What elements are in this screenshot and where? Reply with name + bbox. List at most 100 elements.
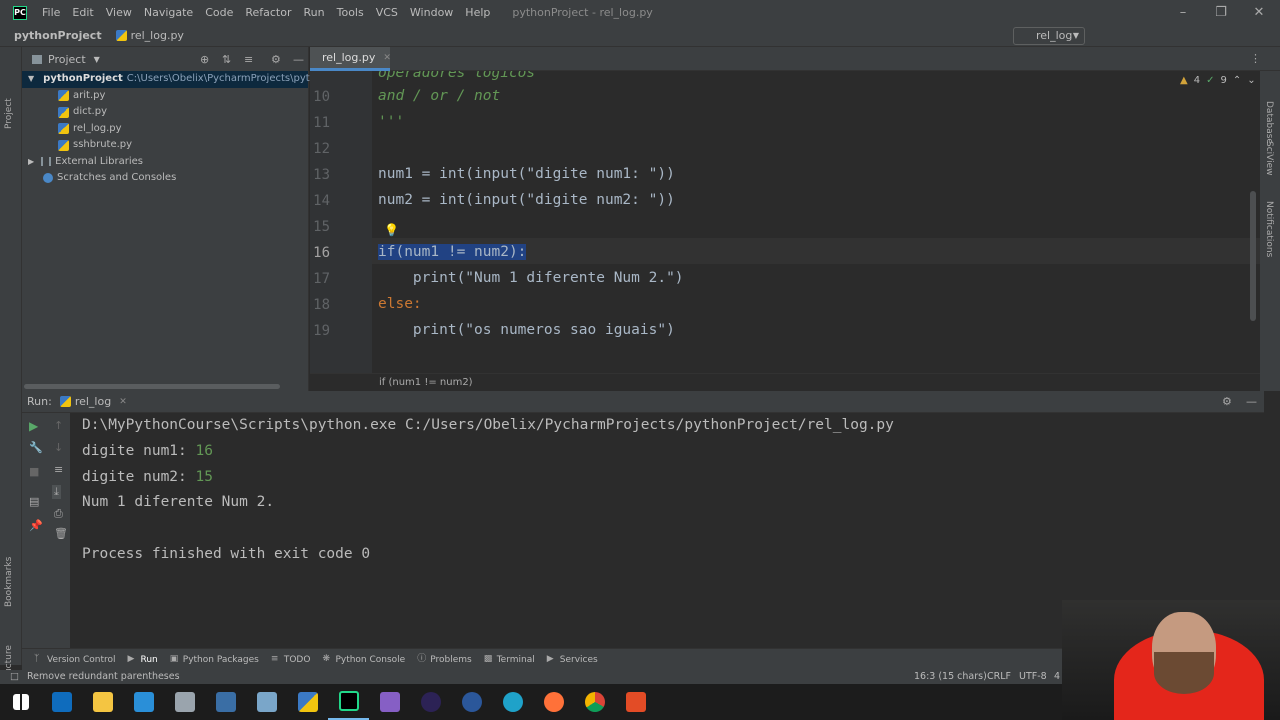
- visual-studio-icon[interactable]: [369, 684, 410, 720]
- sciview-toolwindow-label[interactable]: SciView: [1264, 141, 1274, 176]
- bookmarks-toolwindow-label[interactable]: Bookmarks: [4, 557, 14, 607]
- chevron-down-icon[interactable]: ⌄: [1247, 75, 1255, 86]
- code-line: ''': [378, 114, 405, 130]
- scroll-to-end-icon[interactable]: ⤓: [52, 485, 61, 499]
- menu-edit[interactable]: Edit: [66, 0, 99, 25]
- python-file-icon: [115, 30, 127, 41]
- hide-panel-icon[interactable]: —: [1246, 395, 1257, 408]
- tree-item-file[interactable]: sshbrute.py: [22, 137, 308, 154]
- print-icon[interactable]: ⎙: [54, 507, 63, 521]
- soft-wrap-icon[interactable]: ≡: [54, 463, 63, 476]
- line-separator[interactable]: CRLF: [987, 670, 1011, 684]
- toolwindow-version-control[interactable]: ᛉ Version Control: [34, 655, 116, 665]
- chevron-up-icon[interactable]: ⌃: [1233, 75, 1241, 86]
- gear-icon[interactable]: ⚙: [1222, 395, 1232, 408]
- collapse-all-icon[interactable]: ≡: [244, 53, 253, 66]
- edge-icon[interactable]: [492, 684, 533, 720]
- presenter-beard: [1154, 652, 1214, 694]
- root-folder-path: C:\Users\Obelix\PycharmProjects\pythonP: [126, 73, 335, 84]
- toolwindow-python-packages[interactable]: ▣ Python Packages: [170, 655, 259, 665]
- close-icon[interactable]: ✕: [1240, 0, 1278, 25]
- horizontal-scrollbar[interactable]: [24, 384, 280, 389]
- arrow-down-icon[interactable]: ↓: [54, 441, 63, 454]
- chrome-icon[interactable]: [574, 684, 615, 720]
- inspection-widget[interactable]: ▲ 4 ✓ 9 ⌃ ⌄: [1180, 75, 1256, 86]
- breadcrumb-file[interactable]: rel_log.py: [115, 29, 184, 42]
- tree-item-file[interactable]: dict.py: [22, 104, 308, 121]
- firefox-icon[interactable]: [533, 684, 574, 720]
- close-tab-icon[interactable]: ✕: [119, 397, 127, 407]
- more-tabs-icon[interactable]: ⋮: [1250, 52, 1261, 65]
- trash-icon[interactable]: 🗑: [54, 527, 68, 540]
- tab-rel-log[interactable]: rel_log.py ✕: [310, 47, 391, 71]
- toolwindow-services[interactable]: ▶ Services: [547, 655, 598, 665]
- restore-icon[interactable]: ❐: [1202, 0, 1240, 25]
- pin-icon[interactable]: 📌: [29, 519, 43, 532]
- menu-view[interactable]: View: [100, 0, 138, 25]
- rerun-icon[interactable]: ▶: [29, 419, 38, 433]
- file-explorer-icon[interactable]: [82, 684, 123, 720]
- status-message[interactable]: Remove redundant parentheses: [27, 670, 180, 684]
- tree-item-root[interactable]: ▼ pythonProject C:\Users\Obelix\PycharmP…: [22, 71, 334, 88]
- hide-panel-icon[interactable]: —: [293, 53, 304, 66]
- run-tab[interactable]: rel_log ✕: [59, 395, 127, 408]
- stop-icon[interactable]: ■: [29, 465, 39, 478]
- menu-tools[interactable]: Tools: [331, 0, 370, 25]
- menu-help[interactable]: Help: [459, 0, 496, 25]
- app-icon[interactable]: [615, 684, 656, 720]
- chevron-down-icon: ▼: [28, 74, 35, 83]
- menu-refactor[interactable]: Refactor: [239, 0, 297, 25]
- wrench-icon[interactable]: 🔧: [29, 441, 43, 454]
- project-toolwindow-label[interactable]: Project: [4, 98, 14, 129]
- gear-icon[interactable]: ⚙: [271, 53, 281, 66]
- lightbulb-icon[interactable]: 💡: [384, 223, 399, 237]
- eclipse-icon[interactable]: [410, 684, 451, 720]
- wordpad-icon[interactable]: [451, 684, 492, 720]
- line-number: 13: [313, 167, 330, 183]
- arrow-up-icon[interactable]: ↑: [54, 419, 63, 432]
- menu-window[interactable]: Window: [404, 0, 459, 25]
- menu-code[interactable]: Code: [199, 0, 239, 25]
- locate-icon[interactable]: ⊕: [200, 53, 209, 66]
- chevron-down-icon[interactable]: ▼: [94, 55, 100, 64]
- toolwindow-terminal[interactable]: ▩ Terminal: [484, 655, 535, 665]
- menu-file[interactable]: File: [36, 0, 66, 25]
- layout-icon[interactable]: ▤: [29, 495, 39, 508]
- menu-run[interactable]: Run: [298, 0, 331, 25]
- editor-tabs: rel_log.py ✕ ⋮: [310, 47, 1280, 71]
- indent-setting[interactable]: 4: [1054, 670, 1060, 684]
- vertical-scrollbar[interactable]: [1250, 191, 1256, 321]
- close-tab-icon[interactable]: ✕: [383, 53, 391, 63]
- notifications-toolwindow-label[interactable]: Notifications: [1264, 201, 1274, 257]
- tree-item-file[interactable]: rel_log.py: [22, 121, 308, 138]
- toolwindow-run[interactable]: ▶ Run: [128, 655, 158, 665]
- menu-vcs[interactable]: VCS: [370, 0, 404, 25]
- minimize-icon[interactable]: –: [1164, 0, 1202, 25]
- tree-item-file[interactable]: arit.py: [22, 88, 308, 105]
- breadcrumb-project[interactable]: pythonProject: [14, 29, 102, 42]
- database-toolwindow-label[interactable]: Database: [1264, 101, 1274, 144]
- tree-item-scratches[interactable]: Scratches and Consoles: [22, 170, 308, 187]
- tree-item-external-libraries[interactable]: ▶ External Libraries: [22, 154, 308, 171]
- toolwindow-python-console[interactable]: ❋ Python Console: [322, 655, 405, 665]
- status-icon[interactable]: □: [10, 670, 19, 684]
- app-icon[interactable]: [164, 684, 205, 720]
- code-breadcrumb[interactable]: if (num1 != num2): [310, 373, 1260, 391]
- expand-all-icon[interactable]: ⇅: [222, 53, 231, 66]
- windows-start-icon[interactable]: [0, 684, 41, 720]
- terminal-icon: ▩: [483, 654, 493, 664]
- caret-position[interactable]: 16:3 (15 chars): [914, 670, 987, 684]
- toolwindow-problems[interactable]: ⓘ Problems: [417, 655, 471, 665]
- network-app-icon[interactable]: [205, 684, 246, 720]
- menu-navigate[interactable]: Navigate: [138, 0, 199, 25]
- file-encoding[interactable]: UTF-8: [1019, 670, 1047, 684]
- python-idle-icon[interactable]: [287, 684, 328, 720]
- toolwindow-todo[interactable]: ≡ TODO: [271, 655, 311, 665]
- code-editor[interactable]: operadores logicos 10 and / or / not 11 …: [310, 71, 1260, 373]
- run-config-selector[interactable]: rel_log ▼: [1013, 27, 1085, 45]
- app-icon[interactable]: [246, 684, 287, 720]
- project-panel-title[interactable]: Project: [48, 53, 86, 66]
- pycharm-taskbar-icon[interactable]: [328, 684, 369, 720]
- app-icon[interactable]: [123, 684, 164, 720]
- outlook-icon[interactable]: [41, 684, 82, 720]
